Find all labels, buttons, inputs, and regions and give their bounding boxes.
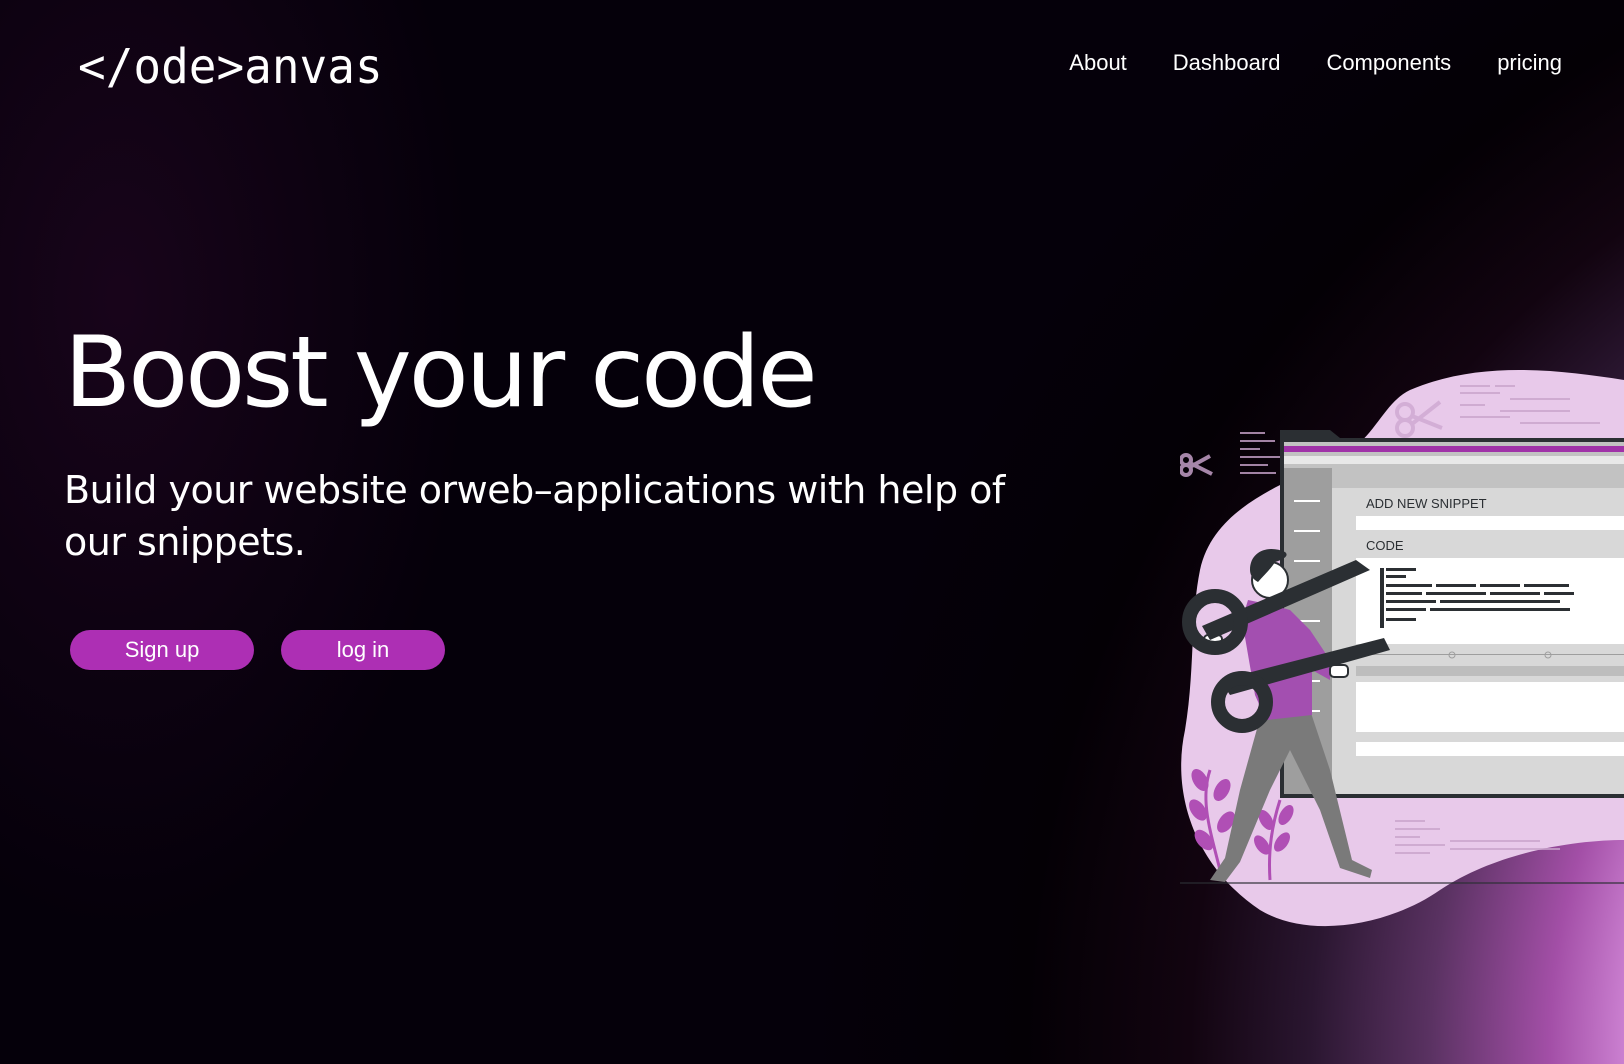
ground-line [1180,882,1624,884]
snippet-window: ADD NEW SNIPPET CODE [1280,430,1624,798]
main-nav: About Dashboard Components pricing [1069,50,1562,76]
hero-title: Boost your code [64,316,818,430]
illustration-code-label: CODE [1366,538,1404,553]
nav-link-components[interactable]: Components [1326,50,1451,76]
nav-link-about[interactable]: About [1069,50,1127,76]
hero-subtitle: Build your website orweb–applications wi… [64,468,1005,564]
nav-link-dashboard[interactable]: Dashboard [1173,50,1281,76]
signup-button[interactable]: Sign up [70,630,254,670]
logo[interactable]: </ode>anvas [78,38,418,102]
logo-text: </ode>anvas [78,38,383,95]
hero-illustration: ADD NEW SNIPPET CODE [1180,370,1624,927]
login-button[interactable]: log in [281,630,445,670]
illustration-form-title: ADD NEW SNIPPET [1366,496,1487,511]
nav-link-pricing[interactable]: pricing [1497,50,1562,76]
